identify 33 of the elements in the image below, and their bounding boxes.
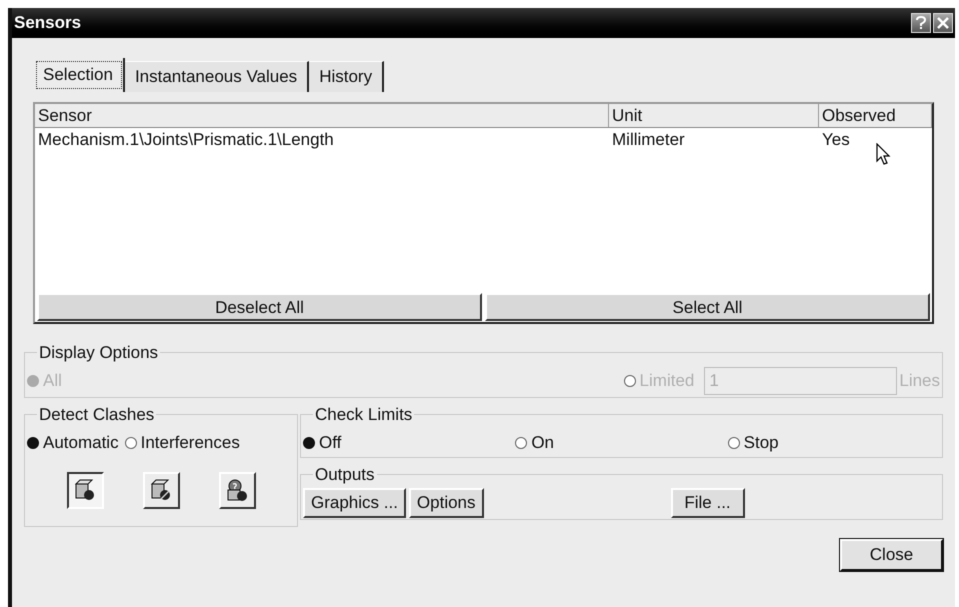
group-title: Detect Clashes bbox=[38, 404, 156, 426]
tab[interactable]: History bbox=[309, 61, 384, 92]
table-cell-text: Yes bbox=[821, 129, 851, 152]
window-title: Sensors bbox=[14, 12, 82, 34]
cube-icon bbox=[73, 478, 97, 502]
list-button[interactable]: Deselect All bbox=[37, 293, 482, 321]
tab[interactable]: Selection bbox=[33, 58, 125, 92]
output-button[interactable]: Graphics ... bbox=[303, 488, 406, 518]
radio-button[interactable]: Stop bbox=[728, 430, 940, 456]
mouse-cursor-icon bbox=[876, 143, 892, 167]
column-header[interactable]: Unit bbox=[609, 104, 819, 127]
radio-button[interactable]: Automatic bbox=[27, 430, 119, 456]
close-button[interactable]: Close bbox=[840, 539, 943, 571]
group-title: Display Options bbox=[38, 342, 160, 364]
column-header[interactable]: Sensor bbox=[35, 104, 609, 127]
radio-button[interactable]: On bbox=[515, 430, 728, 456]
close-icon[interactable] bbox=[933, 13, 953, 33]
table-cell-text: Mechanism.1\Joints\Prismatic.1\Length bbox=[37, 129, 335, 152]
cube-icon bbox=[225, 478, 249, 502]
cube-icon bbox=[149, 478, 173, 502]
group-title: Check Limits bbox=[314, 404, 414, 426]
column-header[interactable]: Observed bbox=[819, 104, 932, 127]
group-title: Outputs bbox=[314, 464, 376, 486]
unit-label: Lines bbox=[899, 370, 940, 392]
clash-mode-button[interactable] bbox=[66, 472, 104, 508]
tab[interactable]: Instantaneous Values bbox=[124, 61, 310, 92]
list-button[interactable]: Select All bbox=[485, 293, 930, 321]
output-button[interactable]: Options bbox=[408, 488, 484, 518]
table-cell-text: Millimeter bbox=[611, 129, 686, 152]
output-button[interactable]: File ... bbox=[670, 488, 745, 518]
radio-button[interactable]: Interferences bbox=[124, 430, 240, 456]
radio-button[interactable]: Off bbox=[303, 430, 516, 456]
help-icon[interactable] bbox=[911, 13, 931, 33]
